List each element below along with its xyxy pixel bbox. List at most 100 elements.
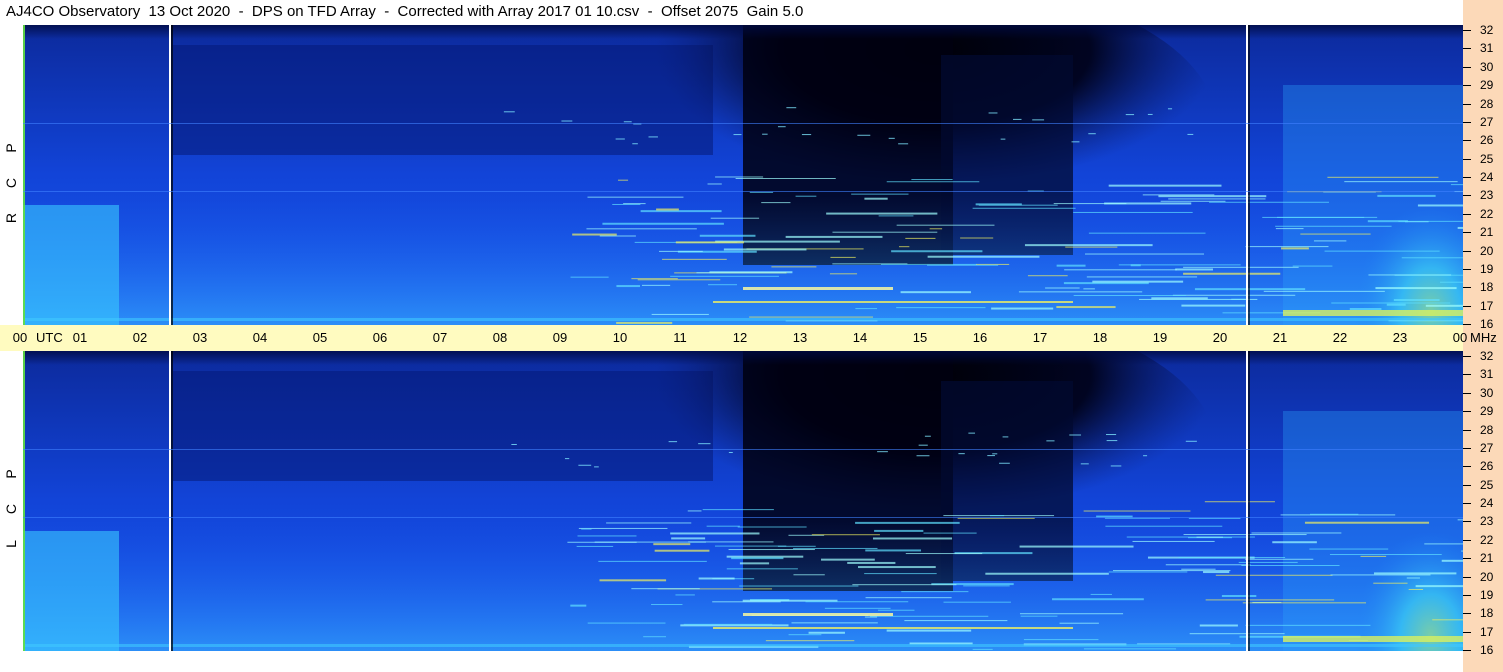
frequency-tick-label: 28 [1480,422,1494,437]
utc-tick-label: 04 [252,330,268,345]
frequency-tick-label: 22 [1480,532,1494,547]
frequency-tick-label: 20 [1480,243,1494,258]
utc-tick-label: 21 [1272,330,1288,345]
frequency-tick-label: 29 [1480,78,1494,93]
frequency-tick-label: 29 [1480,404,1494,419]
frequency-tick-label: 27 [1480,440,1494,455]
frequency-tick-mark [1463,250,1471,252]
frequency-tick-label: 23 [1480,514,1494,529]
polarization-letter: P [3,143,19,153]
utc-tick-label: 15 [912,330,928,345]
frequency-tick-label: 19 [1480,587,1494,602]
frequency-tick-mark [1463,411,1471,413]
frequency-tick-mark [1463,650,1471,651]
frequency-tick-label: 20 [1480,569,1494,584]
utc-tick-label: 06 [372,330,388,345]
frequency-tick-label: 21 [1480,225,1494,240]
utc-tick-label: 23 [1392,330,1408,345]
chart-title: AJ4CO Observatory 13 Oct 2020 - DPS on T… [6,3,804,20]
frequency-tick-mark [1463,447,1471,449]
utc-tick-label: 10 [612,330,628,345]
frequency-tick-label: 24 [1480,496,1494,510]
frequency-tick-label: 25 [1480,477,1494,492]
utc-tick-label: 00 [12,330,28,345]
utc-tick-label: 18 [1092,330,1108,345]
frequency-tick-label: 31 [1480,41,1494,56]
frequency-tick-mark [1463,305,1471,307]
frequency-tick-mark [1463,631,1471,633]
frequency-tick-mark [1463,521,1471,523]
utc-tick-label: 11 [673,330,687,345]
utc-tick-label: 00 [1452,330,1468,345]
mhz-axis-label: MHz [1470,330,1497,345]
frequency-tick-mark [1463,392,1471,394]
frequency-tick-mark [1463,613,1471,615]
utc-tick-label: 17 [1032,330,1048,345]
frequency-tick-mark [1463,268,1471,270]
frequency-tick-mark [1463,324,1471,325]
frequency-tick-mark [1463,484,1471,486]
frequency-tick-label: 30 [1480,59,1494,74]
utc-tick-label: 03 [192,330,208,345]
frequency-tick-mark [1463,213,1471,215]
title-bar: AJ4CO Observatory 13 Oct 2020 - DPS on T… [0,0,1463,25]
frequency-tick-mark [1463,30,1471,31]
utc-axis-label: UTC [36,330,63,345]
frequency-tick-mark [1463,140,1471,142]
frequency-tick-mark [1463,232,1471,234]
polarization-letter: C [3,177,19,189]
polarization-letter: R [3,212,19,224]
utc-tick-label: 09 [552,330,568,345]
frequency-tick-mark [1463,66,1471,68]
frequency-tick-label: 28 [1480,96,1494,111]
frequency-tick-label: 30 [1480,385,1494,400]
frequency-tick-mark [1463,121,1471,123]
utc-tick-label: 08 [492,330,508,345]
frequency-tick-mark [1463,594,1471,596]
frequency-tick-mark [1463,576,1471,578]
frequency-tick-label: 26 [1480,459,1494,474]
utc-tick-label: 20 [1212,330,1228,345]
utc-tick-label: 16 [972,330,988,345]
frequency-tick-mark [1463,356,1471,357]
frequency-tick-label: 27 [1480,114,1494,129]
frequency-tick-mark [1463,429,1471,431]
frequency-tick-mark [1463,177,1471,178]
frequency-tick-mark [1463,195,1471,197]
frequency-tick-mark [1463,287,1471,289]
frequency-tick-label: 23 [1480,188,1494,203]
utc-tick-label: 13 [792,330,808,345]
frequency-tick-mark [1463,503,1471,504]
polarization-letter: L [3,540,19,548]
frequency-tick-label: 16 [1480,643,1494,657]
utc-tick-label: 07 [432,330,448,345]
frequency-tick-mark [1463,539,1471,541]
utc-tick-label: 19 [1152,330,1168,345]
utc-tick-label: 05 [312,330,328,345]
frequency-tick-mark [1463,158,1471,160]
frequency-tick-mark [1463,85,1471,87]
frequency-tick-label: 25 [1480,151,1494,166]
frequency-tick-label: 31 [1480,367,1494,382]
spectrogram-image [23,25,1463,325]
frequency-tick-mark [1463,374,1471,376]
frequency-tick-label: 32 [1480,349,1494,363]
utc-tick-label: 12 [732,330,748,345]
frequency-tick-label: 17 [1480,624,1494,639]
frequency-tick-label: 18 [1480,606,1494,621]
frequency-tick-label: 17 [1480,298,1494,313]
utc-tick-label: 22 [1332,330,1348,345]
frequency-tick-mark [1463,466,1471,468]
frequency-tick-label: 16 [1480,317,1494,331]
spectrogram-image [23,351,1463,651]
frequency-tick-label: 26 [1480,133,1494,148]
polarization-letter: C [3,503,19,515]
polarization-letter: P [3,469,19,479]
frequency-tick-label: 32 [1480,23,1494,37]
frequency-tick-mark [1463,103,1471,105]
frequency-tick-mark [1463,48,1471,50]
frequency-tick-label: 18 [1480,280,1494,295]
frequency-tick-label: 21 [1480,551,1494,566]
frequency-tick-label: 22 [1480,206,1494,221]
frequency-tick-label: 19 [1480,261,1494,276]
